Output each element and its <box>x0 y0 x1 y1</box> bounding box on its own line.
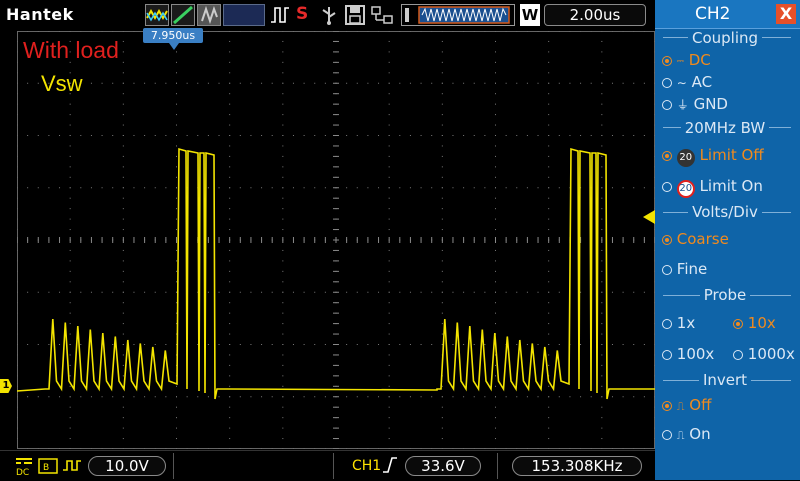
ch1-trace <box>17 147 655 400</box>
persistence-icon[interactable] <box>197 4 221 26</box>
volts-option-coarse[interactable]: Coarse <box>662 230 729 248</box>
volts-option-fine[interactable]: Fine <box>662 260 707 278</box>
coupling-option-dc[interactable]: ⎓ DC <box>662 51 711 69</box>
coupling-option-ac[interactable]: ∼ AC <box>662 73 712 91</box>
svg-text:DC: DC <box>16 468 29 477</box>
radio-icon <box>662 265 672 275</box>
coupling-option-gnd[interactable]: ⏚ GND <box>662 95 728 113</box>
waveform-display-icon[interactable] <box>145 4 169 26</box>
trigger-position-label[interactable]: 7.950us <box>143 28 203 43</box>
trigger-position-arrow <box>169 43 179 50</box>
annotation-title: With load <box>23 37 119 63</box>
dc-symbol-icon: ⎓ <box>676 57 684 67</box>
radio-icon <box>662 401 672 411</box>
run-stop-pulse-icon[interactable] <box>270 4 290 26</box>
separator <box>173 453 174 479</box>
window-mode-label[interactable]: W <box>520 4 540 26</box>
trigger-level-arrow[interactable] <box>643 210 655 224</box>
radio-icon <box>733 319 743 329</box>
waveform-screen[interactable]: 7.950us With load Vsw <box>17 28 655 449</box>
trigger-source[interactable]: CH1 <box>352 458 381 474</box>
svg-text:B: B <box>43 463 49 473</box>
ch1-ground-marker[interactable]: 1 <box>0 379 12 393</box>
volts-div-title: Volts/Div <box>655 203 795 221</box>
ground-symbol-icon: ⏚ <box>676 98 689 112</box>
radio-icon <box>733 350 743 360</box>
bw-option-limit-off[interactable]: 20 Limit Off <box>662 146 764 167</box>
invert-option-off[interactable]: ⎍ Off <box>662 396 711 414</box>
usb-icon[interactable] <box>318 4 340 26</box>
graticule <box>17 31 655 449</box>
top-toolbar: Hantek S W 2.00us <box>0 0 655 30</box>
timebase-readout[interactable]: 2.00us <box>544 4 646 26</box>
vector-mode-icon[interactable] <box>171 4 195 26</box>
display-mode-box[interactable] <box>223 4 265 26</box>
radio-icon <box>662 430 672 440</box>
bandwidth-icon[interactable]: B <box>38 456 58 476</box>
network-icon[interactable] <box>370 4 394 26</box>
frequency-readout: 153.308KHz <box>512 456 642 476</box>
volts-div-readout[interactable]: 10.0V <box>88 456 166 476</box>
probe-option-1000x[interactable]: 1000x <box>733 345 795 363</box>
separator <box>497 453 498 479</box>
ac-symbol-icon: ∼ <box>676 76 687 90</box>
panel-header: CH2 X <box>655 0 800 29</box>
inverted-wave-icon: ⎍ <box>676 429 685 442</box>
probe-option-1x[interactable]: 1x <box>662 314 695 332</box>
close-button[interactable]: X <box>776 4 796 24</box>
radio-icon <box>662 235 672 245</box>
trigger-level-readout[interactable]: 33.6V <box>405 456 481 476</box>
panel-title: CH2 <box>695 4 731 24</box>
radio-icon <box>662 78 672 88</box>
invert-icon[interactable] <box>62 456 82 476</box>
radio-icon <box>662 350 672 360</box>
radio-icon <box>662 182 672 192</box>
bw-20-limit-icon: 20 <box>676 180 695 198</box>
brand-logo: Hantek <box>6 5 74 24</box>
trigger-mode-label[interactable]: S <box>296 4 312 26</box>
invert-option-on[interactable]: ⎍ On <box>662 425 711 443</box>
probe-option-10x[interactable]: 10x <box>733 314 776 332</box>
bw-option-limit-on[interactable]: 20 Limit On <box>662 177 763 198</box>
coupling-title: Coupling <box>655 29 795 47</box>
probe-option-100x[interactable]: 100x <box>662 345 714 363</box>
invert-title: Invert <box>655 371 795 389</box>
dc-coupling-icon[interactable]: DC <box>14 455 34 478</box>
normal-wave-icon: ⎍ <box>676 400 685 413</box>
radio-icon <box>662 319 672 329</box>
radio-icon <box>662 56 672 66</box>
rising-edge-icon <box>382 455 398 479</box>
radio-icon <box>662 151 672 161</box>
channel-menu-panel: CH2 X Coupling ⎓ DC ∼ AC ⏚ GND 20MHz BW … <box>655 0 800 480</box>
bw-20-icon: 20 <box>676 149 695 167</box>
status-bar: DC B 10.0V CH1 33.6V 153.308KHz <box>0 450 655 481</box>
probe-title: Probe <box>655 286 795 304</box>
bandwidth-title: 20MHz BW <box>655 119 795 137</box>
separator <box>333 453 334 479</box>
channel-marker-rail: 1 <box>0 31 17 449</box>
annotation-signal: Vsw <box>41 71 83 96</box>
save-icon[interactable] <box>344 4 366 26</box>
radio-icon <box>662 100 672 110</box>
memory-depth-bar[interactable] <box>401 4 515 26</box>
